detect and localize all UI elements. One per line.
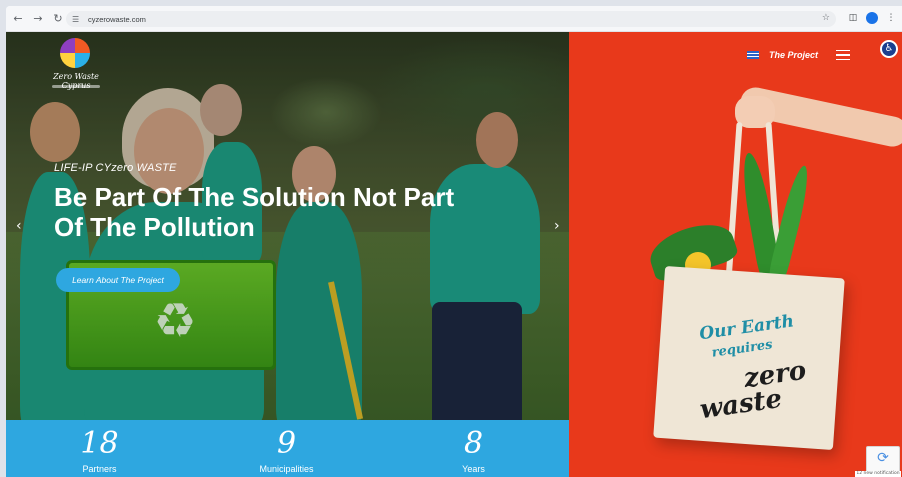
profile-avatar[interactable] (866, 12, 878, 24)
browser-toolbar: ← → ↻ ☰ cyzerowaste.com ☆ ◫ ⋮ (6, 6, 902, 32)
reload-icon[interactable]: ↻ (50, 11, 66, 27)
stat-label: Partners (82, 464, 117, 474)
browser-window: ← → ↻ ☰ cyzerowaste.com ☆ ◫ ⋮ ♻ Zero Was… (6, 6, 902, 477)
top-nav: The Project (747, 50, 851, 60)
stats-bar: 18 Partners 9 Municipalities 8 Years (6, 420, 569, 477)
language-flag-icon[interactable] (747, 51, 759, 59)
hero-overlay (6, 32, 569, 477)
forward-icon[interactable]: → (30, 11, 46, 27)
stat-years: 8 Years (380, 420, 567, 477)
url-text[interactable]: cyzerowaste.com (88, 15, 146, 24)
hero-slider: ♻ Zero Waste Cyprus LIFE-IP CYzero WASTE… (6, 32, 569, 477)
slider-next-icon[interactable]: › (554, 218, 560, 234)
menu-kebab-icon[interactable]: ⋮ (884, 11, 898, 25)
stat-partners: 18 Partners (6, 420, 193, 477)
slider-prev-icon[interactable]: ‹ (16, 218, 22, 234)
site-logo[interactable]: Zero Waste Cyprus (46, 38, 106, 94)
nav-link-the-project[interactable]: The Project (769, 50, 818, 60)
hero-eyebrow: LIFE-IP CYzero WASTE (54, 162, 177, 174)
stat-label: Years (462, 464, 485, 474)
stat-value: 8 (463, 426, 484, 461)
recaptcha-badge[interactable]: ⟳ 12 new notification (855, 446, 901, 477)
logo-icon (60, 38, 90, 68)
address-bar[interactable]: ☰ cyzerowaste.com ☆ (66, 11, 836, 27)
learn-about-project-button[interactable]: Learn About The Project (56, 268, 180, 292)
stat-municipalities: 9 Municipalities (193, 420, 380, 477)
logo-tagline-bar (52, 85, 100, 88)
accessibility-icon[interactable]: ♿ (880, 40, 898, 58)
hamburger-menu-icon[interactable] (836, 50, 851, 60)
notification-note: 12 new notification (855, 471, 901, 477)
site-info-icon[interactable]: ☰ (72, 15, 84, 24)
stat-value: 18 (80, 426, 119, 461)
back-icon[interactable]: ← (10, 11, 26, 27)
toolbar-actions: ◫ ⋮ (846, 11, 898, 25)
bookmark-star-icon[interactable]: ☆ (822, 13, 830, 23)
promo-panel: Our Earth requires zero waste The Projec… (569, 32, 902, 477)
page-content: ♻ Zero Waste Cyprus LIFE-IP CYzero WASTE… (6, 32, 902, 477)
stat-value: 9 (276, 426, 297, 461)
bag-text: Our Earth (698, 311, 796, 345)
hero-headline: Be Part Of The Solution Not Part Of The … (54, 182, 455, 242)
side-panel-icon[interactable]: ◫ (846, 11, 860, 25)
tote-bag: Our Earth requires zero waste (653, 265, 845, 451)
stat-label: Municipalities (259, 464, 314, 474)
bag-text: waste (698, 383, 784, 426)
